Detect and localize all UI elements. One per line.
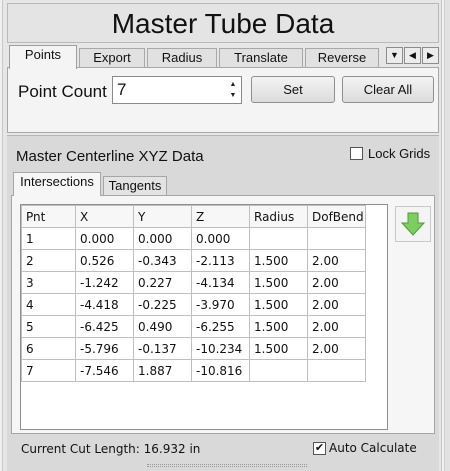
column-header[interactable]: Pnt (21, 205, 76, 228)
auto-calculate-label: Auto Calculate (329, 441, 417, 455)
grid-panel: Pnt X Y Z Radius DofBend 1 0.000 0.000 0… (11, 195, 435, 434)
table-cell[interactable]: 2.00 (307, 249, 366, 272)
tab-translate[interactable]: Translate (219, 48, 303, 68)
table-cell[interactable]: 2 (21, 249, 76, 272)
point-count-label: Point Count (18, 82, 107, 101)
set-button[interactable]: Set (251, 76, 335, 103)
tab-intersections[interactable]: Intersections (13, 172, 101, 196)
table-cell[interactable]: -4.418 (75, 293, 134, 316)
table-cell[interactable]: -0.225 (133, 293, 192, 316)
table-header-row: Pnt X Y Z Radius DofBend (21, 205, 366, 228)
tab-tangents[interactable]: Tangents (103, 176, 167, 195)
point-count-value: 7 (117, 80, 127, 99)
table-cell[interactable]: 1.500 (249, 271, 308, 294)
table-cell[interactable]: 0.227 (133, 271, 192, 294)
lock-grids-label: Lock Grids (368, 146, 431, 161)
table-cell[interactable]: -4.134 (191, 271, 250, 294)
table-row: 3 -1.242 0.227 -4.134 1.500 2.00 (21, 271, 366, 294)
tube-data-window: Master Tube Data Points Export Radius Tr… (2, 0, 442, 471)
chevron-right-icon[interactable]: ▶ (422, 47, 439, 64)
table-cell[interactable]: -5.796 (75, 337, 134, 360)
centerline-section: Master Centerline XYZ Data Lock Grids In… (7, 135, 439, 471)
section-title: Master Centerline XYZ Data (16, 148, 204, 165)
tab-scroll-buttons: ▼ ◀ ▶ (386, 47, 439, 64)
table-cell[interactable]: 1.500 (249, 249, 308, 272)
table-cell[interactable]: 4 (21, 293, 76, 316)
table-cell[interactable] (249, 227, 308, 250)
table-cell[interactable]: 2.00 (307, 271, 366, 294)
cut-length-label: Current Cut Length: 16.932 in (21, 442, 201, 456)
table-cell[interactable]: 2.00 (307, 337, 366, 360)
table-cell[interactable]: -0.137 (133, 337, 192, 360)
green-down-arrow-icon (400, 212, 426, 236)
table-cell[interactable]: 6 (21, 337, 76, 360)
table-cell[interactable]: -6.255 (191, 315, 250, 338)
point-count-input[interactable]: 7 ▲ ▼ (112, 76, 242, 104)
tab-export[interactable]: Export (79, 48, 145, 68)
table-row: 7 -7.546 1.887 -10.816 (21, 359, 366, 382)
table-cell[interactable]: 1 (21, 227, 76, 250)
table-cell[interactable]: -7.546 (75, 359, 134, 382)
table-cell[interactable]: 0.490 (133, 315, 192, 338)
move-down-button[interactable] (395, 206, 431, 242)
table-cell[interactable]: 2.00 (307, 293, 366, 316)
table-cell[interactable] (307, 227, 366, 250)
table-cell[interactable]: 1.500 (249, 293, 308, 316)
table-row: 4 -4.418 -0.225 -3.970 1.500 2.00 (21, 293, 366, 316)
table-cell[interactable]: 0.000 (133, 227, 192, 250)
column-header[interactable]: DofBend (307, 205, 366, 228)
table-cell[interactable]: 3 (21, 271, 76, 294)
table-cell[interactable]: -3.970 (191, 293, 250, 316)
tab-radius[interactable]: Radius (147, 48, 217, 68)
table-cell[interactable]: -6.425 (75, 315, 134, 338)
xyz-data-grid[interactable]: Pnt X Y Z Radius DofBend 1 0.000 0.000 0… (20, 204, 388, 430)
page-title: Master Tube Data (7, 3, 439, 43)
table-cell[interactable]: -2.113 (191, 249, 250, 272)
table-cell[interactable]: -0.343 (133, 249, 192, 272)
table-row: 2 0.526 -0.343 -2.113 1.500 2.00 (21, 249, 366, 272)
table-row: 5 -6.425 0.490 -6.255 1.500 2.00 (21, 315, 366, 338)
scrollbar[interactable] (444, 0, 450, 471)
column-header[interactable]: Y (133, 205, 192, 228)
table-cell[interactable]: 0.526 (75, 249, 134, 272)
column-header[interactable]: X (75, 205, 134, 228)
clear-all-button[interactable]: Clear All (342, 76, 434, 103)
table-row: 6 -5.796 -0.137 -10.234 1.500 2.00 (21, 337, 366, 360)
resize-grip[interactable] (147, 464, 307, 467)
status-bar: Current Cut Length: 16.932 in ✔ Auto Cal… (7, 434, 439, 471)
chevron-down-icon[interactable]: ▼ (386, 47, 403, 64)
table-cell[interactable]: 5 (21, 315, 76, 338)
table-cell[interactable]: 2.00 (307, 315, 366, 338)
chevron-left-icon[interactable]: ◀ (404, 47, 421, 64)
table-cell[interactable]: 1.500 (249, 315, 308, 338)
lock-grids-checkbox[interactable] (350, 147, 363, 160)
table-row: 1 0.000 0.000 0.000 (21, 227, 366, 250)
main-tab-bar: Points Export Radius Translate Reverse ▼… (7, 45, 439, 69)
table-cell[interactable]: 1.887 (133, 359, 192, 382)
table-cell[interactable] (307, 359, 366, 382)
spinner-arrows[interactable]: ▲ ▼ (227, 79, 239, 101)
points-panel: Point Count 7 ▲ ▼ Set Clear All (7, 67, 439, 133)
tab-points[interactable]: Points (9, 45, 77, 69)
column-header[interactable]: Z (191, 205, 250, 228)
table-cell[interactable]: -10.234 (191, 337, 250, 360)
table-cell[interactable] (249, 359, 308, 382)
sub-tab-bar: Intersections Tangents (11, 172, 431, 196)
table-cell[interactable]: 7 (21, 359, 76, 382)
xyz-table: Pnt X Y Z Radius DofBend 1 0.000 0.000 0… (21, 205, 366, 382)
column-header[interactable]: Radius (249, 205, 308, 228)
table-cell[interactable]: -10.816 (191, 359, 250, 382)
table-cell[interactable]: 0.000 (191, 227, 250, 250)
tab-reverse[interactable]: Reverse (305, 48, 379, 68)
table-cell[interactable]: 0.000 (75, 227, 134, 250)
table-cell[interactable]: 1.500 (249, 337, 308, 360)
auto-calculate-checkbox[interactable]: ✔ (313, 442, 326, 455)
table-cell[interactable]: -1.242 (75, 271, 134, 294)
